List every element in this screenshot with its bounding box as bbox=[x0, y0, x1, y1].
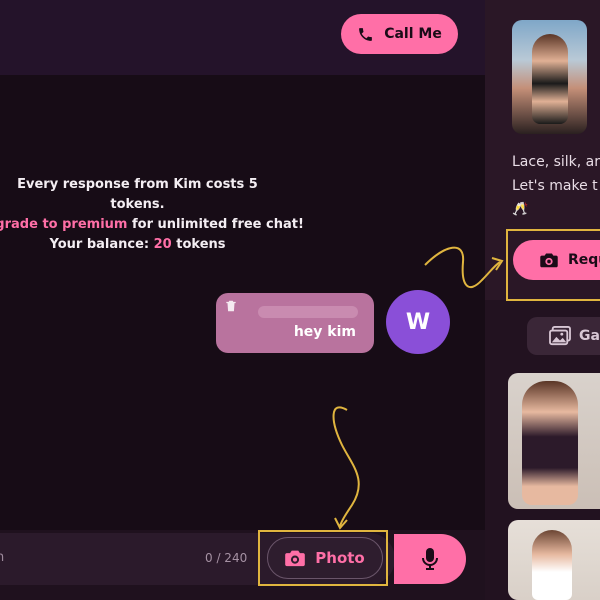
call-me-button[interactable]: Call Me bbox=[341, 14, 458, 54]
gallery-thumbnail-figure bbox=[522, 381, 578, 505]
request-photo-button[interactable]: Requ bbox=[513, 240, 600, 280]
gallery-thumbnail-figure bbox=[532, 530, 572, 600]
balance-label: Your balance: bbox=[49, 237, 154, 252]
gallery-thumbnail[interactable] bbox=[508, 520, 600, 600]
blurred-text bbox=[258, 306, 358, 318]
trash-icon[interactable] bbox=[224, 299, 238, 313]
microphone-icon bbox=[422, 548, 438, 570]
user-avatar: W bbox=[386, 290, 450, 354]
champagne-icon: 🥂 bbox=[512, 202, 529, 217]
camera-icon bbox=[540, 253, 558, 268]
token-cost-text: Every response from Kim costs 5 tokens. bbox=[17, 177, 258, 212]
voice-button[interactable] bbox=[394, 534, 466, 584]
gallery-tab[interactable]: Ga bbox=[527, 317, 600, 355]
profile-photo[interactable] bbox=[512, 20, 587, 134]
message-text: hey kim bbox=[293, 324, 356, 340]
character-counter: 0 / 240 bbox=[205, 551, 248, 565]
call-me-label: Call Me bbox=[384, 26, 442, 42]
message-input-placeholder[interactable]: n bbox=[0, 550, 4, 565]
bio-line-1: Lace, silk, ar bbox=[512, 154, 600, 170]
phone-icon bbox=[359, 27, 373, 41]
gallery-label: Ga bbox=[579, 328, 600, 344]
profile-photo-figure bbox=[532, 34, 568, 124]
camera-icon bbox=[285, 550, 306, 567]
token-info: Every response from Kim costs 5 tokens. … bbox=[0, 175, 304, 255]
unlimited-chat-text: for unlimited free chat! bbox=[127, 217, 304, 232]
upgrade-link[interactable]: pgrade to premium bbox=[0, 217, 127, 232]
user-message-bubble: hey kim bbox=[216, 293, 374, 353]
request-label: Requ bbox=[568, 252, 600, 268]
photo-button[interactable]: Photo bbox=[267, 537, 383, 579]
balance-value: 20 bbox=[153, 237, 172, 252]
bio-line-2: Let's make t bbox=[512, 178, 598, 194]
profile-bio: Lace, silk, ar Let's make t 🥂 bbox=[512, 150, 600, 222]
gallery-icon bbox=[549, 326, 571, 346]
photo-label: Photo bbox=[315, 549, 365, 567]
gallery-thumbnail[interactable] bbox=[508, 373, 600, 509]
balance-unit: tokens bbox=[171, 237, 226, 252]
